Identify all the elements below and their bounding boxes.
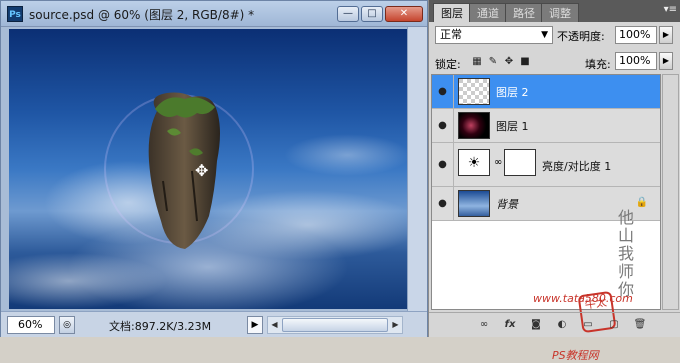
opacity-slider-arrow-icon[interactable]: ▶ [659,26,673,44]
eye-icon[interactable]: ● [432,109,454,142]
opacity-field[interactable]: 100% [615,26,657,44]
vertical-scrollbar[interactable] [407,27,427,311]
document-title: source.psd @ 60% (图层 2, RGB/8#) * [29,8,255,22]
watermark-text: 他山我师你 [618,208,635,299]
layer-thumbnail [458,190,490,217]
lock-transparency-icon[interactable]: ▦ [471,55,483,68]
link-layers-icon[interactable]: ∞ [475,318,493,332]
lock-all-icon[interactable]: ■ [519,55,531,68]
layer-name: 背景 [496,198,518,211]
layer-thumbnail [458,112,490,139]
eye-icon[interactable]: ● [432,143,454,186]
watermark-site-name: PS教程网 [552,349,599,362]
brightness-contrast-icon: ☀ [458,149,490,176]
layer-name: 图层 1 [496,120,529,133]
maximize-button[interactable]: □ [361,6,383,22]
move-cursor-icon: ✥ [195,161,209,180]
image-canvas[interactable]: ✥ [9,29,407,309]
layer-row[interactable]: ● 图层 1 [432,109,660,143]
tab-channels[interactable]: 通道 [469,3,507,22]
adjustment-layer-icon[interactable]: ◐ [553,318,571,332]
layer-row[interactable]: ● ☀ ∞ 亮度/对比度 1 [432,143,660,187]
document-info: 文档:897.2K/3.23M [109,320,212,333]
layer-name: 亮度/对比度 1 [542,160,612,173]
close-button[interactable]: ✕ [385,6,423,22]
fill-slider-arrow-icon[interactable]: ▶ [659,52,673,70]
tab-adjustments[interactable]: 调整 [541,3,579,22]
status-bar: 60% ◎ 文档:897.2K/3.23M ▶ ◀ ▶ [1,311,427,337]
document-window: Ps source.psd @ 60% (图层 2, RGB/8#) * — □… [0,0,428,337]
delete-layer-icon[interactable]: 🗑 [631,318,649,332]
eye-icon[interactable]: ● [432,187,454,220]
opacity-label: 不透明度: [557,30,605,43]
tab-paths[interactable]: 路径 [505,3,543,22]
chevron-down-icon: ▼ [541,30,548,40]
link-icon: ∞ [494,157,503,168]
layer-style-icon[interactable]: fx [501,318,519,332]
layers-scrollbar[interactable] [662,74,679,310]
layer-name: 图层 2 [496,86,529,99]
zoom-field[interactable]: 60% [7,316,55,334]
panel-tabs: 图层 通道 路径 调整 ▾≡ [429,0,680,22]
panel-menu-icon[interactable]: ▾≡ [664,4,677,15]
watermark-site-url: www.tata580.com [533,292,633,305]
layer-mask-thumbnail [504,149,536,176]
scroll-right-icon[interactable]: ▶ [389,318,402,332]
fill-field[interactable]: 100% [615,52,657,70]
scroll-thumb[interactable] [282,318,388,332]
layer-row[interactable]: ● 图层 2 [432,75,660,109]
layers-footer-toolbar: ∞ fx ◙ ◐ ▭ ▢ 🗑 [429,312,680,336]
scroll-left-icon[interactable]: ◀ [268,318,281,332]
status-menu-arrow-icon[interactable]: ▶ [247,316,263,334]
blend-mode-select[interactable]: 正常 ▼ [435,26,553,44]
lock-pixels-icon[interactable]: ✎ [487,55,499,68]
blend-mode-value: 正常 [440,28,462,41]
lock-icon: 🔒 [635,197,648,208]
lock-label: 锁定: [435,58,461,71]
layers-list: ● 图层 2 ● 图层 1 ● ☀ ∞ 亮度/对比度 1 ● 背景 🔒 他山我师… [431,74,661,362]
eye-icon[interactable]: ● [432,75,454,108]
floating-rock-island [148,92,220,249]
horizontal-scrollbar[interactable]: ◀ ▶ [267,316,403,334]
layer-thumbnail [458,78,490,105]
minimize-button[interactable]: — [337,6,359,22]
document-title-bar[interactable]: Ps source.psd @ 60% (图层 2, RGB/8#) * — □… [1,1,427,27]
add-mask-icon[interactable]: ◙ [527,318,545,332]
new-group-icon[interactable]: ▭ [579,318,597,332]
fill-label: 填充: [585,58,611,71]
tab-layers[interactable]: 图层 [433,3,471,22]
photoshop-app-icon: Ps [7,6,23,22]
zoom-options-icon[interactable]: ◎ [59,316,75,334]
lock-position-icon[interactable]: ✥ [503,55,515,68]
new-layer-icon[interactable]: ▢ [605,318,623,332]
layers-panel: 图层 通道 路径 调整 ▾≡ 正常 ▼ 不透明度: 100% ▶ 锁定: ▦ ✎… [428,0,680,362]
